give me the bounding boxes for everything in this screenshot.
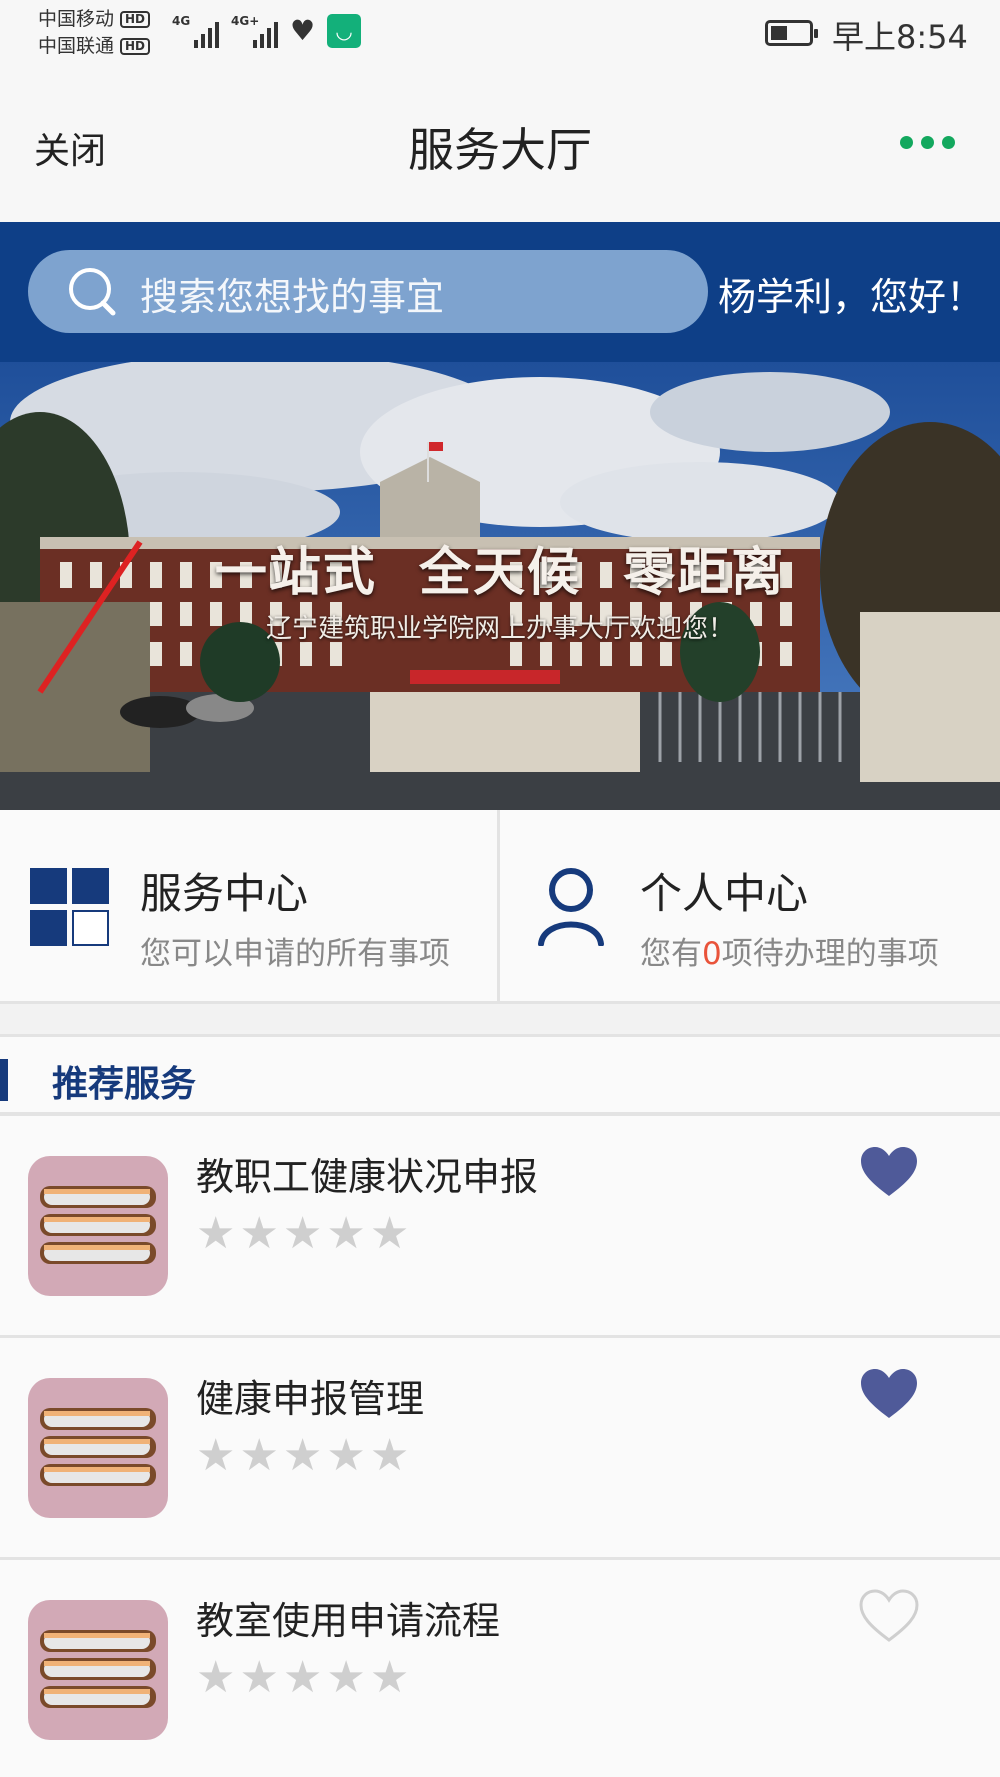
health-icon: ♥	[290, 14, 316, 47]
quick-links: 服务中心 您可以申请的所有事项 个人中心 您有0项待办理的事项	[0, 810, 1000, 1004]
section-accent-bar	[0, 1059, 8, 1101]
pending-count: 0	[702, 936, 722, 972]
service-center-desc: 您可以申请的所有事项	[140, 936, 450, 972]
heart-icon[interactable]	[858, 1588, 920, 1644]
network-type: 4G	[172, 14, 191, 28]
signal-indicators: 4G 4G+ ♥ ◡	[172, 14, 362, 48]
service-name: 教职工健康状况申报	[196, 1155, 539, 1199]
heart-icon[interactable]	[858, 1366, 920, 1422]
heart-icon[interactable]	[858, 1144, 920, 1200]
close-button[interactable]: 关闭	[34, 122, 106, 174]
service-center-card[interactable]: 服务中心 您可以申请的所有事项	[0, 810, 498, 1004]
grid-icon	[30, 868, 110, 946]
page-title: 服务大厅	[408, 123, 592, 177]
nav-bar: 服务大厅 关闭	[0, 70, 1000, 222]
signal-icon: 4G	[172, 14, 219, 48]
signal-icon: 4G+	[231, 14, 278, 48]
person-icon	[538, 868, 604, 946]
more-dots-icon[interactable]	[900, 136, 955, 149]
personal-center-card[interactable]: 个人中心 您有0项待办理的事项	[500, 810, 998, 1004]
star-rating: ★ ★ ★ ★ ★	[196, 1430, 410, 1481]
personal-center-title: 个人中心	[640, 869, 809, 918]
service-name: 健康申报管理	[196, 1377, 425, 1421]
personal-center-desc: 您有0项待办理的事项	[640, 928, 939, 973]
service-name: 教室使用申请流程	[196, 1599, 501, 1643]
carrier-1: 中国移动	[38, 8, 115, 30]
search-input[interactable]: 搜索您想找的事宜	[28, 250, 708, 333]
star-rating: ★ ★ ★ ★ ★	[196, 1652, 410, 1703]
books-icon	[28, 1378, 168, 1518]
books-icon	[28, 1156, 168, 1296]
banner-subtitle: 辽宁建筑职业学院网上办事大厅欢迎您！	[265, 614, 734, 644]
star-rating: ★ ★ ★ ★ ★	[196, 1208, 410, 1259]
app-notification-icon: ◡	[327, 14, 362, 48]
clock: 早上8:54	[832, 18, 968, 56]
status-bar: 中国移动 HD 中国联通 HD 4G 4G+ ♥ ◡ 早上8:54	[0, 0, 1000, 70]
hd-badge: HD	[120, 11, 151, 28]
carrier-info: 中国移动 HD 中国联通 HD	[38, 6, 151, 60]
service-center-title: 服务中心	[140, 869, 309, 918]
search-icon	[69, 268, 116, 316]
recommended-header: 推荐服务	[0, 1034, 1000, 1116]
search-placeholder: 搜索您想找的事宜	[140, 275, 445, 319]
battery-icon	[765, 20, 818, 46]
hd-badge: HD	[120, 38, 151, 55]
service-list: 教职工健康状况申报 ★ ★ ★ ★ ★ 健康申报管理 ★ ★ ★ ★ ★ 教室使用申请流程 ★ ★…	[0, 1116, 1000, 1777]
pending-suffix: 项待办理的事项	[721, 936, 939, 972]
carrier-2: 中国联通	[38, 35, 115, 57]
list-item[interactable]: 健康申报管理 ★ ★ ★ ★ ★	[0, 1338, 1000, 1560]
search-header: 搜索您想找的事宜 杨学利，您好！	[0, 222, 1000, 362]
books-icon	[28, 1600, 168, 1740]
user-greeting: 杨学利，您好！	[718, 275, 985, 319]
banner-title: 一站式 全天候 零距离	[214, 543, 786, 603]
section-title: 推荐服务	[52, 1064, 197, 1105]
network-type: 4G+	[231, 14, 260, 28]
banner[interactable]: 一站式 全天候 零距离 辽宁建筑职业学院网上办事大厅欢迎您！	[0, 362, 1000, 810]
pending-prefix: 您有	[640, 936, 702, 972]
list-item[interactable]: 教职工健康状况申报 ★ ★ ★ ★ ★	[0, 1116, 1000, 1338]
list-item[interactable]: 教室使用申请流程 ★ ★ ★ ★ ★	[0, 1560, 1000, 1777]
